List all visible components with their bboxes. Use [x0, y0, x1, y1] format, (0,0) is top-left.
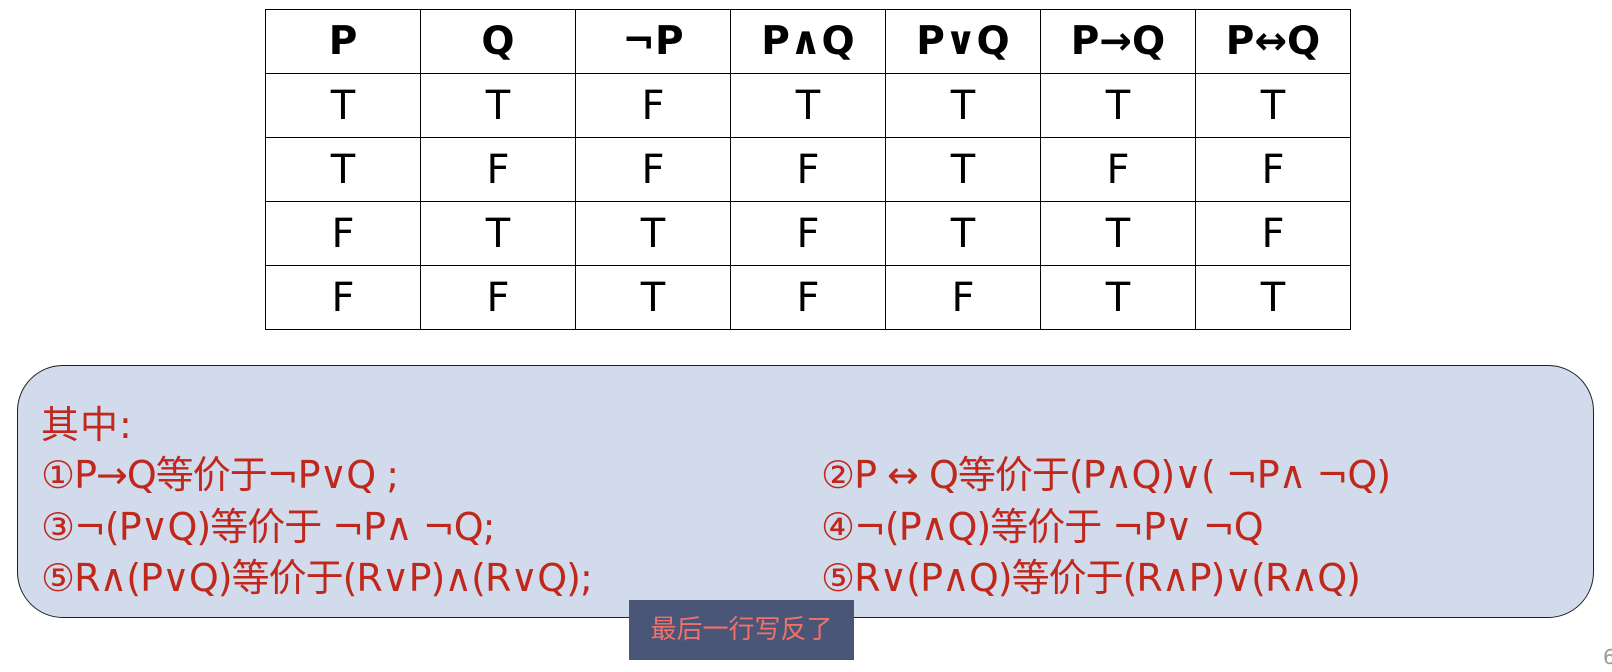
table-cell: F: [730, 201, 886, 266]
equivalences-box: 其中: ①P→Q等价于¬P∨Q ; ②P ↔ Q等价于(P∧Q)∨( ¬P∧ ¬…: [17, 365, 1594, 618]
table-cell: F: [575, 73, 731, 138]
header-cell-p-implies-q: P→Q: [1040, 9, 1196, 74]
table-cell: F: [1195, 137, 1351, 202]
table-cell: T: [885, 73, 1041, 138]
table-cell: F: [885, 265, 1041, 330]
table-row: F T T F T T F: [265, 201, 1351, 266]
equivalence-5: ⑤R∧(P∨Q)等价于(R∨P)∧(R∨Q);: [41, 556, 593, 600]
table-cell: T: [1040, 265, 1196, 330]
equivalences-title: 其中:: [41, 403, 133, 447]
table-cell: T: [1195, 265, 1351, 330]
truth-table-header-row: P Q ¬P P∧Q P∨Q P→Q P↔Q: [265, 9, 1351, 74]
equivalence-3: ③¬(P∨Q)等价于 ¬P∧ ¬Q;: [41, 505, 495, 549]
truth-table: P Q ¬P P∧Q P∨Q P→Q P↔Q T T F T T T T T F: [265, 9, 1351, 330]
table-cell: F: [1195, 201, 1351, 266]
table-cell: F: [1040, 137, 1196, 202]
equivalence-1: ①P→Q等价于¬P∨Q ;: [41, 453, 399, 497]
table-cell: F: [420, 265, 576, 330]
table-cell: F: [730, 265, 886, 330]
header-cell-p: P: [265, 9, 421, 74]
table-cell: T: [575, 265, 731, 330]
table-cell: F: [420, 137, 576, 202]
page-number: 6: [1603, 645, 1612, 669]
table-cell: F: [730, 137, 886, 202]
table-cell: F: [265, 201, 421, 266]
table-cell: T: [1040, 201, 1196, 266]
annotation-note: 最后一行写反了: [629, 600, 854, 660]
table-cell: T: [575, 201, 731, 266]
equivalence-2: ②P ↔ Q等价于(P∧Q)∨( ¬P∧ ¬Q): [821, 453, 1391, 497]
header-cell-not-p: ¬P: [575, 9, 731, 74]
table-cell: T: [265, 73, 421, 138]
table-cell: T: [885, 201, 1041, 266]
equivalence-4: ④¬(P∧Q)等价于 ¬P∨ ¬Q: [821, 505, 1264, 549]
table-row: T T F T T T T: [265, 73, 1351, 138]
table-cell: T: [420, 201, 576, 266]
table-cell: F: [575, 137, 731, 202]
table-cell: T: [730, 73, 886, 138]
table-row: T F F F T F F: [265, 137, 1351, 202]
header-cell-p-or-q: P∨Q: [885, 9, 1041, 74]
table-cell: F: [265, 265, 421, 330]
header-cell-p-iff-q: P↔Q: [1195, 9, 1351, 74]
table-cell: T: [1040, 73, 1196, 138]
table-cell: T: [1195, 73, 1351, 138]
equivalence-6: ⑤R∨(P∧Q)等价于(R∧P)∨(R∧Q): [821, 556, 1361, 600]
slide: P Q ¬P P∧Q P∨Q P→Q P↔Q T T F T T T T T F: [0, 0, 1612, 672]
table-row: F F T F F T T: [265, 265, 1351, 330]
table-cell: T: [885, 137, 1041, 202]
header-cell-q: Q: [420, 9, 576, 74]
header-cell-p-and-q: P∧Q: [730, 9, 886, 74]
table-cell: T: [265, 137, 421, 202]
table-cell: T: [420, 73, 576, 138]
